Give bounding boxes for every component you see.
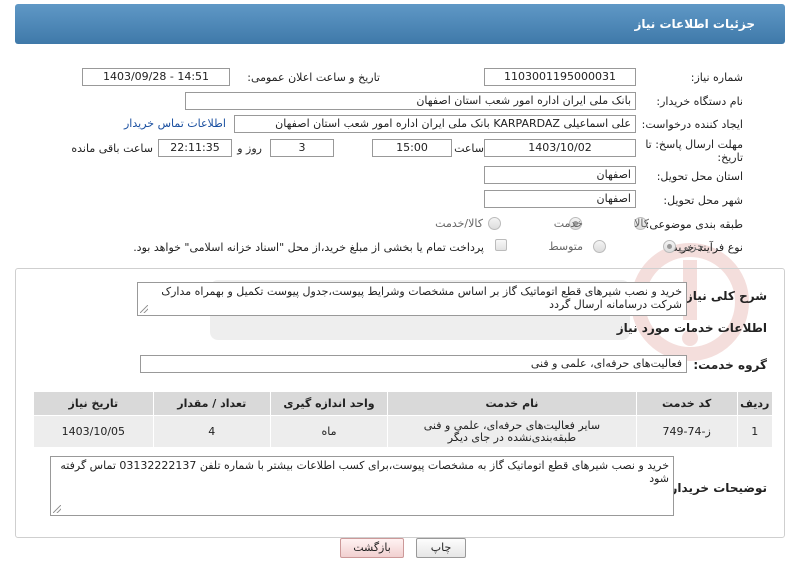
category-option-goods: کالا: [634, 217, 649, 230]
process-radio-medium[interactable]: [593, 240, 606, 253]
col-service-code: کد خدمت: [635, 391, 738, 416]
service-group-field: فعالیت‌های حرفه‌ای، علمی و فنی: [140, 355, 687, 373]
days-label: روز و: [237, 142, 262, 155]
payment-note: پرداخت تمام یا بخشی از مبلغ خرید،از محل …: [133, 241, 484, 254]
buyer-notes-label: توضیحات خریدار:: [665, 481, 767, 495]
need-number-label: شماره نیاز:: [690, 71, 743, 84]
cell-quantity: 4: [152, 415, 271, 448]
process-radio-minor[interactable]: [663, 240, 676, 253]
col-row-number: ردیف: [736, 391, 774, 416]
summary-text: خرید و نصب شیرهای قطع اتوماتیک گاز بر اس…: [161, 285, 682, 311]
category-option-service: خدمت: [553, 217, 583, 230]
table-row: 1 749-74-ز سایر فعالیت‌های حرفه‌ای، علمی…: [33, 415, 774, 448]
cell-service-code: 749-74-ز: [635, 415, 738, 448]
process-option-medium: متوسط: [548, 240, 583, 253]
treasury-checkbox[interactable]: [495, 239, 507, 251]
col-service-name: نام خدمت: [387, 391, 637, 416]
cell-row-number: 1: [736, 415, 774, 448]
summary-textarea[interactable]: خرید و نصب شیرهای قطع اتوماتیک گاز بر اس…: [137, 282, 687, 316]
category-option-goods-service: کالا/خدمت: [435, 217, 483, 230]
buyer-org-field: بانک ملی ایران اداره امور شعب استان اصفه…: [185, 92, 636, 110]
deadline-label: مهلت ارسال پاسخ: تا: [645, 138, 743, 151]
cell-unit: ماه: [269, 415, 389, 448]
services-table: ردیف کد خدمت نام خدمت واحد اندازه گیری ت…: [33, 391, 774, 448]
requester-field: علی اسماعیلی KARPARDAZ بانک ملی ایران اد…: [234, 115, 636, 133]
province-field: اصفهان: [484, 166, 636, 184]
buyer-notes-text: خرید و نصب شیرهای قطع اتوماتیک گاز به مش…: [60, 459, 669, 485]
cell-need-date: 1403/10/05: [33, 415, 154, 448]
cell-service-name: سایر فعالیت‌های حرفه‌ای، علمی و فنی طبقه…: [387, 415, 637, 448]
deadline-time-field: 15:00: [372, 139, 452, 157]
page-title: جزئیات اطلاعات نیاز: [634, 17, 755, 31]
deadline-date-field: 1403/10/02: [484, 139, 636, 157]
deadline-time-label: ساعت: [454, 142, 484, 155]
remaining-time-field: 22:11:35: [158, 139, 232, 157]
need-number-field: 1103001195000031: [484, 68, 636, 86]
col-need-date: تاریخ نیاز: [33, 391, 154, 416]
summary-label: شرح کلی نیاز:: [681, 289, 767, 303]
announce-field: 1403/09/28 - 14:51: [82, 68, 230, 86]
services-section-title: اطلاعات خدمات مورد نیاز: [616, 321, 767, 335]
category-radio-goods-service[interactable]: [488, 217, 501, 230]
buyer-notes-textarea[interactable]: خرید و نصب شیرهای قطع اتوماتیک گاز به مش…: [50, 456, 674, 516]
table-header-row: ردیف کد خدمت نام خدمت واحد اندازه گیری ت…: [33, 391, 774, 416]
category-label: طبقه بندی موضوعی:: [645, 218, 743, 231]
print-button[interactable]: چاپ: [416, 538, 466, 558]
remaining-label: ساعت باقی مانده: [71, 142, 153, 155]
back-button[interactable]: بازگشت: [340, 538, 404, 558]
service-group-label: گروه خدمت:: [693, 358, 767, 372]
process-label: نوع فرآیند خرید :: [665, 241, 743, 254]
col-quantity: تعداد / مقدار: [152, 391, 271, 416]
city-label: شهر محل تحویل:: [663, 194, 743, 207]
deadline-label-date: تاریخ:: [717, 151, 743, 164]
days-remaining-field: 3: [270, 139, 334, 157]
buyer-org-label: نام دستگاه خریدار:: [656, 95, 743, 108]
buyer-contact-link[interactable]: اطلاعات تماس خریدار: [124, 117, 226, 130]
page-header: جزئیات اطلاعات نیاز: [15, 4, 785, 44]
process-option-minor: جزیی: [678, 240, 704, 253]
resize-grip-icon[interactable]: [53, 505, 61, 513]
city-field: اصفهان: [484, 190, 636, 208]
province-label: استان محل تحویل:: [656, 170, 743, 183]
col-unit: واحد اندازه گیری: [269, 391, 389, 416]
resize-grip-icon[interactable]: [140, 305, 148, 313]
requester-label: ایجاد کننده درخواست:: [641, 118, 743, 131]
announce-label: تاریخ و ساعت اعلان عمومی:: [247, 71, 380, 84]
